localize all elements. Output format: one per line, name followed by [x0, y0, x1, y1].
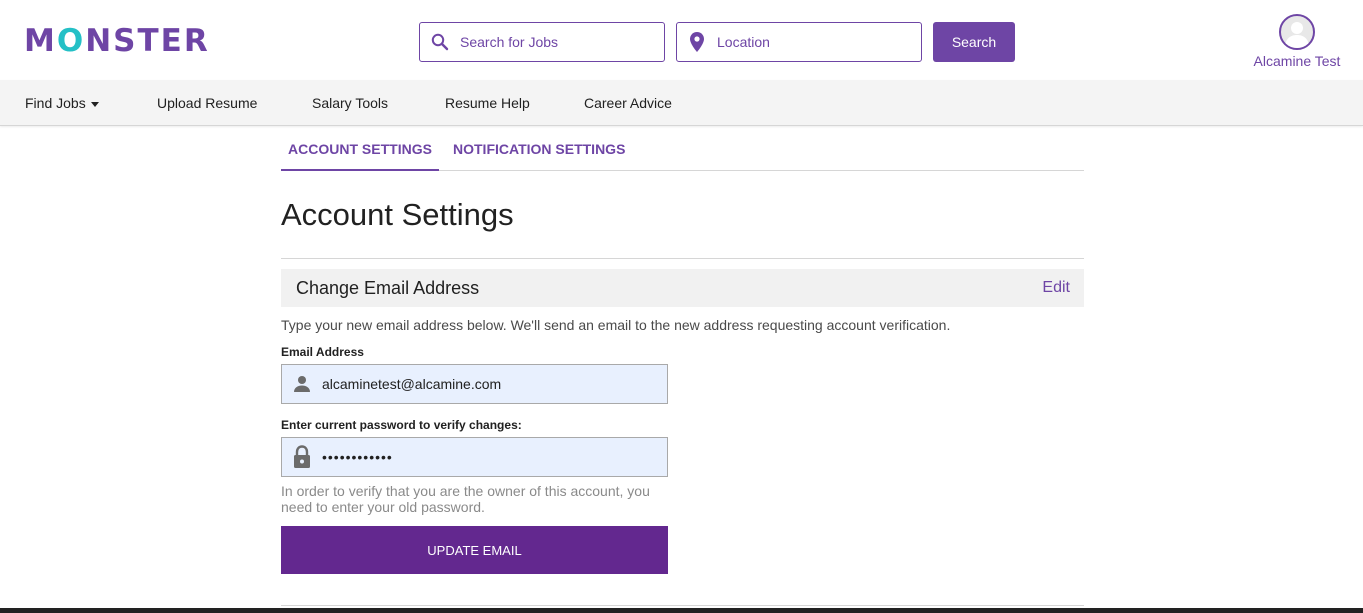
- user-name-link[interactable]: Alcamine Test: [1244, 53, 1350, 69]
- location-pin-icon: [677, 32, 717, 52]
- tab-account-settings[interactable]: ACCOUNT SETTINGS: [281, 128, 439, 171]
- job-search-input[interactable]: Search for Jobs: [419, 22, 665, 62]
- tab-notification-settings[interactable]: NOTIFICATION SETTINGS: [453, 128, 625, 171]
- nav-find-jobs-label: Find Jobs: [25, 95, 86, 111]
- edit-link[interactable]: Edit: [1042, 269, 1070, 307]
- user-silhouette-icon: [1285, 22, 1309, 48]
- password-label: Enter current password to verify changes…: [281, 418, 522, 432]
- email-field[interactable]: alcaminetest@alcamine.com: [281, 364, 668, 404]
- monster-logo[interactable]: MONSTER: [24, 22, 210, 60]
- email-value: alcaminetest@alcamine.com: [322, 376, 502, 392]
- password-value: ••••••••••••: [322, 449, 393, 465]
- section-description: Type your new email address below. We'll…: [281, 317, 951, 333]
- nav-resume-help[interactable]: Resume Help: [445, 80, 530, 126]
- job-search-placeholder: Search for Jobs: [460, 34, 559, 50]
- search-icon: [420, 33, 460, 51]
- email-label: Email Address: [281, 345, 364, 359]
- password-help-text: In order to verify that you are the owne…: [281, 483, 650, 515]
- nav-salary-tools[interactable]: Salary Tools: [312, 80, 388, 126]
- main-nav: Find Jobs Upload Resume Salary Tools Res…: [0, 80, 1363, 126]
- settings-tabs: ACCOUNT SETTINGS NOTIFICATION SETTINGS: [281, 128, 1084, 171]
- location-input[interactable]: Location: [676, 22, 922, 62]
- change-email-section-header: Change Email Address Edit: [281, 269, 1084, 307]
- user-avatar[interactable]: [1279, 14, 1315, 50]
- caret-down-icon: [90, 101, 99, 107]
- lock-icon: [282, 445, 322, 469]
- nav-upload-resume[interactable]: Upload Resume: [157, 80, 257, 126]
- footer-bar: [0, 608, 1363, 613]
- nav-career-advice[interactable]: Career Advice: [584, 80, 672, 126]
- password-field[interactable]: ••••••••••••: [281, 437, 668, 477]
- section-title: Change Email Address: [296, 278, 480, 298]
- divider: [281, 258, 1084, 259]
- page-title: Account Settings: [281, 197, 514, 232]
- person-icon: [282, 374, 322, 394]
- divider: [281, 605, 1084, 606]
- update-email-button[interactable]: UPDATE EMAIL: [281, 526, 668, 574]
- site-header: MONSTER Search for Jobs Location Search …: [0, 0, 1363, 80]
- search-button[interactable]: Search: [933, 22, 1015, 62]
- location-placeholder: Location: [717, 34, 770, 50]
- nav-find-jobs[interactable]: Find Jobs: [25, 80, 99, 126]
